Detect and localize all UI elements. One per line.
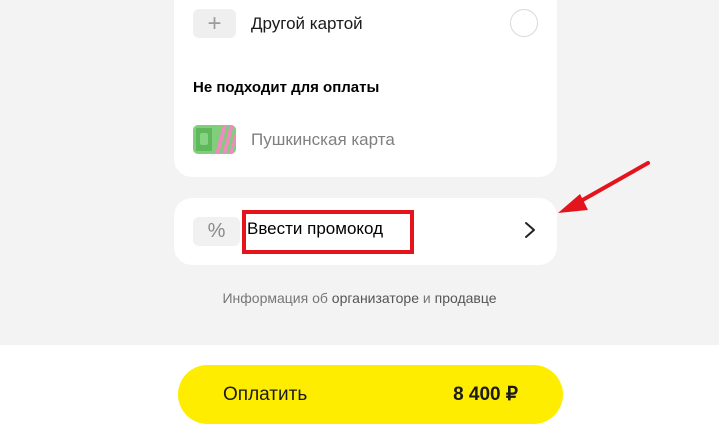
pushkin-card-icon — [193, 125, 236, 154]
plus-icon: + — [193, 9, 236, 38]
annotation-highlight-box — [242, 210, 414, 254]
annotation-arrow-icon — [558, 161, 650, 213]
pay-amount: 8 400 ₽ — [453, 384, 518, 405]
other-card-label: Другой картой — [251, 13, 363, 33]
pushkin-card-label: Пушкинская карта — [251, 129, 395, 149]
info-prefix: Информация об — [222, 290, 332, 306]
pushkin-card-option: Пушкинская карта — [193, 125, 395, 154]
info-middle: и — [419, 290, 435, 306]
seller-link[interactable]: продавце — [435, 290, 497, 306]
organizer-info: Информация об организаторе и продавце — [0, 290, 719, 306]
pay-button-label: Оплатить — [223, 383, 308, 405]
pay-button[interactable]: Оплатить 8 400 ₽ — [178, 365, 563, 424]
not-suitable-title: Не подходит для оплаты — [193, 79, 380, 96]
other-card-radio[interactable] — [510, 9, 538, 37]
organizer-link[interactable]: организаторе — [332, 290, 419, 306]
checkout-footer: Оплатить 8 400 ₽ — [0, 345, 719, 439]
chevron-right-icon — [525, 222, 535, 238]
percent-icon: % — [193, 217, 240, 246]
payment-methods-card: + Другой картой Не подходит для оплаты П… — [174, 0, 557, 177]
other-card-option[interactable]: + Другой картой — [193, 9, 363, 38]
